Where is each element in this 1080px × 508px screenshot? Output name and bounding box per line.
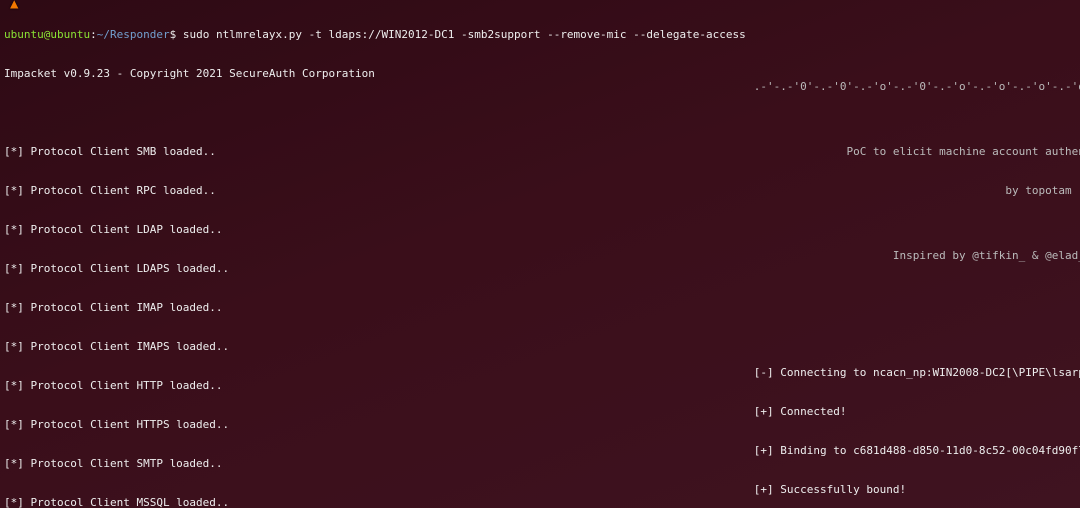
log-line: [*] Protocol Client RPC loaded..	[4, 184, 746, 197]
log-line: [*] Protocol Client SMB loaded..	[4, 145, 746, 158]
log-line: [*] Protocol Client LDAP loaded..	[4, 223, 746, 236]
left-prompt-line: ubuntu@ubuntu:~/Responder$ sudo ntlmrela…	[4, 28, 746, 41]
log-line: [+] Binding to c681d488-d850-11d0-8c52-0…	[754, 444, 1080, 457]
right-top-terminal[interactable]: .-'-.-'0'-.-'0'-.-'o'-.-'0'-.-'o'-.-'o'-…	[754, 54, 1080, 508]
log-line: [+] Connected!	[754, 405, 1080, 418]
impacket-banner: Impacket v0.9.23 - Copyright 2021 Secure…	[4, 67, 746, 80]
log-line: [-] Connecting to ncacn_np:WIN2008-DC2[\…	[754, 366, 1080, 379]
log-line: [*] Protocol Client IMAPS loaded..	[4, 340, 746, 353]
log-line: [*] Protocol Client IMAP loaded..	[4, 301, 746, 314]
log-line: [+] Successfully bound!	[754, 483, 1080, 496]
prompt-path: ~/Responder	[97, 28, 170, 41]
log-line: [*] Protocol Client LDAPS loaded..	[4, 262, 746, 275]
poc-text: PoC to elicit machine account authentica…	[754, 145, 1080, 158]
ascii-border: .-'-.-'0'-.-'0'-.-'o'-.-'0'-.-'o'-.-'o'-…	[754, 80, 1080, 93]
log-line: [*] Protocol Client HTTP loaded..	[4, 379, 746, 392]
log-line: [*] Protocol Client SMTP loaded..	[4, 457, 746, 470]
poc-text: by topotam (@topotam77)	[754, 184, 1080, 197]
poc-text: Inspired by @tifkin_ & @elad_shamir prev…	[754, 249, 1080, 262]
log-line: [*] Protocol Client MSSQL loaded..	[4, 496, 746, 508]
prompt-user: ubuntu@ubuntu	[4, 28, 90, 41]
log-line: [*] Protocol Client HTTPS loaded..	[4, 418, 746, 431]
right-column: .-'-.-'0'-.-'0'-.-'o'-.-'0'-.-'o'-.-'o'-…	[750, 0, 1080, 508]
screen: ▲ ubuntu@ubuntu:~/Responder$ sudo ntlmre…	[0, 0, 1080, 508]
left-command: sudo ntlmrelayx.py -t ldaps://WIN2012-DC…	[183, 28, 746, 41]
left-terminal[interactable]: ubuntu@ubuntu:~/Responder$ sudo ntlmrela…	[0, 0, 750, 508]
